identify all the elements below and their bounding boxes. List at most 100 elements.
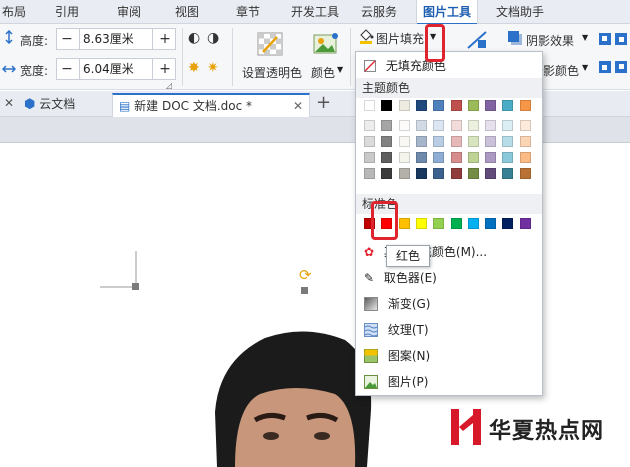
close-tab-icon[interactable]: ✕ xyxy=(293,95,303,117)
width-input[interactable]: 6.04厘米 xyxy=(79,59,153,79)
tab-developer[interactable]: 开发工具 xyxy=(291,0,339,24)
height-decrease-button[interactable]: − xyxy=(57,29,77,49)
standard-color-swatch[interactable] xyxy=(485,218,497,229)
pattern-item[interactable]: 图案(N) xyxy=(356,344,542,368)
standard-color-swatch[interactable] xyxy=(467,218,479,229)
theme-color-swatch[interactable] xyxy=(381,136,393,147)
more-fill-colors-item[interactable]: ✿ 其他填充颜色(M)... xyxy=(356,240,542,264)
theme-color-swatch[interactable] xyxy=(381,120,393,131)
shadow-effect-button[interactable]: 阴影效果 xyxy=(526,32,574,49)
theme-color-swatch[interactable] xyxy=(364,120,375,131)
theme-color-swatch[interactable] xyxy=(433,168,445,179)
shadow-color-dropdown-icon[interactable]: ▼ xyxy=(582,63,588,72)
theme-color-swatch[interactable] xyxy=(502,136,514,147)
close-icon[interactable]: ✕ xyxy=(4,96,14,110)
theme-color-swatch[interactable] xyxy=(467,120,479,131)
theme-color-swatch[interactable] xyxy=(467,152,479,163)
theme-color-swatch[interactable] xyxy=(519,168,531,179)
paint-bucket-icon[interactable] xyxy=(358,28,374,44)
width-decrease-button[interactable]: − xyxy=(57,59,77,79)
brightness-decrease-icon[interactable]: ✷ xyxy=(207,60,219,76)
tab-cloud-service[interactable]: 云服务 xyxy=(361,0,397,24)
theme-color-swatch[interactable] xyxy=(398,168,410,179)
rotate-handle-icon[interactable]: ⟳ xyxy=(299,266,312,284)
theme-color-swatch[interactable] xyxy=(450,100,462,111)
picture-color-button[interactable]: 颜色 xyxy=(311,64,335,81)
brightness-increase-icon[interactable]: ✸ xyxy=(188,60,200,76)
no-fill-item[interactable]: 无填充颜色 xyxy=(356,54,542,78)
shadow-nudge-down-icon[interactable] xyxy=(598,60,612,74)
theme-color-swatch[interactable] xyxy=(502,168,514,179)
dialog-launcher-icon[interactable]: ◿ xyxy=(166,81,172,90)
shadow-effect-icon[interactable] xyxy=(507,30,523,46)
theme-color-swatch[interactable] xyxy=(415,136,427,147)
tab-active-document[interactable]: ▤ 新建 DOC 文档.doc * ✕ xyxy=(112,93,310,117)
shadow-color-button[interactable]: 影颜色 xyxy=(543,62,579,79)
theme-color-swatch[interactable] xyxy=(364,100,375,111)
theme-color-swatch[interactable] xyxy=(433,120,445,131)
standard-color-swatch[interactable] xyxy=(415,218,427,229)
theme-color-swatch[interactable] xyxy=(502,100,514,111)
theme-color-swatch[interactable] xyxy=(381,100,393,111)
standard-color-swatch[interactable] xyxy=(502,218,514,229)
picture-fill-button[interactable]: 图片填充 xyxy=(376,30,424,47)
theme-color-swatch[interactable] xyxy=(415,120,427,131)
theme-color-swatch[interactable] xyxy=(415,100,427,111)
theme-color-swatch[interactable] xyxy=(415,152,427,163)
tab-layout[interactable]: 布局 xyxy=(2,0,26,24)
theme-color-swatch[interactable] xyxy=(433,136,445,147)
theme-color-swatch[interactable] xyxy=(450,152,462,163)
theme-color-swatch[interactable] xyxy=(433,100,445,111)
contrast-decrease-icon[interactable]: ◑ xyxy=(207,30,219,46)
theme-color-swatch[interactable] xyxy=(485,168,497,179)
tab-section[interactable]: 章节 xyxy=(236,0,260,24)
theme-color-swatch[interactable] xyxy=(485,136,497,147)
picture-item[interactable]: 图片(P) xyxy=(356,370,542,394)
theme-color-swatch[interactable] xyxy=(519,100,531,111)
theme-color-swatch[interactable] xyxy=(415,168,427,179)
tab-review[interactable]: 审阅 xyxy=(117,0,141,24)
chevron-down-icon[interactable]: ▼ xyxy=(337,65,343,74)
theme-color-swatch[interactable] xyxy=(450,168,462,179)
shadow-nudge-right-icon[interactable] xyxy=(614,60,628,74)
tab-cloud-docs[interactable]: ⬢ 云文档 xyxy=(20,93,104,117)
shadow-effect-dropdown-icon[interactable]: ▼ xyxy=(582,33,588,42)
flip-icon[interactable] xyxy=(466,30,488,50)
contrast-increase-icon[interactable]: ◐ xyxy=(188,30,200,46)
set-transparent-button[interactable]: 设置透明色 xyxy=(242,64,302,81)
tab-references[interactable]: 引用 xyxy=(55,0,79,24)
theme-color-swatch[interactable] xyxy=(467,100,479,111)
theme-color-swatch[interactable] xyxy=(450,136,462,147)
width-spinner[interactable]: − 6.04厘米 + xyxy=(56,58,176,80)
theme-color-swatch[interactable] xyxy=(502,152,514,163)
tab-picture-tools[interactable]: 图片工具 xyxy=(416,0,478,25)
shadow-nudge-left-icon[interactable] xyxy=(614,32,628,46)
theme-color-swatch[interactable] xyxy=(485,100,497,111)
theme-color-swatch[interactable] xyxy=(485,152,497,163)
theme-color-swatch[interactable] xyxy=(398,100,410,111)
height-spinner[interactable]: − 8.63厘米 + xyxy=(56,28,176,50)
theme-color-swatch[interactable] xyxy=(519,120,531,131)
tab-doc-assistant[interactable]: 文档助手 xyxy=(496,0,544,24)
theme-color-swatch[interactable] xyxy=(364,152,375,163)
theme-color-swatch[interactable] xyxy=(467,168,479,179)
picture-color-icon[interactable] xyxy=(313,32,339,56)
tab-view[interactable]: 视图 xyxy=(175,0,199,24)
standard-color-swatch[interactable] xyxy=(398,218,410,229)
theme-color-swatch[interactable] xyxy=(519,152,531,163)
theme-color-swatch[interactable] xyxy=(450,120,462,131)
resize-handle[interactable] xyxy=(301,287,308,294)
theme-color-swatch[interactable] xyxy=(364,168,375,179)
texture-item[interactable]: 纹理(T) xyxy=(356,318,542,342)
theme-color-swatch[interactable] xyxy=(519,136,531,147)
width-increase-button[interactable]: + xyxy=(155,59,175,79)
standard-color-swatch[interactable] xyxy=(450,218,462,229)
gradient-item[interactable]: 渐变(G) xyxy=(356,292,542,316)
theme-color-swatch[interactable] xyxy=(398,152,410,163)
height-increase-button[interactable]: + xyxy=(155,29,175,49)
theme-color-swatch[interactable] xyxy=(398,136,410,147)
standard-color-swatch[interactable] xyxy=(433,218,445,229)
standard-color-swatch[interactable] xyxy=(519,218,531,229)
theme-color-swatch[interactable] xyxy=(381,168,393,179)
new-tab-button[interactable]: + xyxy=(316,92,331,113)
